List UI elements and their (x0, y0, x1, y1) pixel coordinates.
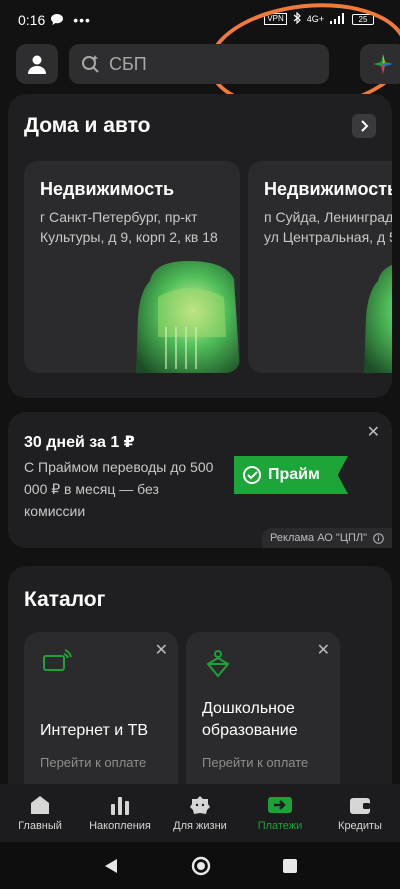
sber-assistant-button[interactable] (360, 44, 400, 84)
armchair-illustration (364, 264, 392, 373)
nav-label: Накопления (89, 820, 151, 832)
nav-item-home[interactable]: Главный (0, 794, 80, 832)
bottom-navigation: Главный Накопления Для жизни Платежи Кре… (0, 784, 400, 842)
nav-label: Для жизни (173, 820, 227, 832)
catalog-card-name: Дошкольное образование (202, 700, 298, 739)
info-icon (373, 532, 384, 544)
home-icon (28, 794, 52, 816)
nav-item-payments[interactable]: Платежи (240, 794, 320, 832)
ad-disclaimer[interactable]: Реклама АО "ЦПЛ" (262, 528, 392, 548)
wallet-icon (348, 794, 372, 816)
catalog-card-name: Интернет и ТВ (40, 722, 149, 739)
tv-wifi-icon (43, 649, 72, 671)
nav-item-savings[interactable]: Накопления (80, 794, 160, 832)
ad-close-button[interactable]: ✕ (367, 422, 380, 442)
catalog-card-action: Перейти к оплате (40, 755, 147, 770)
section-title: Дома и авто (24, 114, 151, 137)
bluetooth-icon (293, 11, 301, 26)
payment-icon (268, 794, 292, 816)
vpn-badge: VPN (264, 13, 287, 25)
more-notifications-icon: ••• (73, 12, 91, 28)
prime-badge-label: Прайм (268, 466, 320, 483)
nav-item-credits[interactable]: Кредиты (320, 794, 400, 832)
ad-heading: 30 дней за 1 ₽ (24, 434, 135, 451)
sber-star-icon (373, 54, 393, 74)
status-icons: VPN 4G+ 25 (264, 11, 374, 26)
smile-icon (188, 794, 212, 816)
status-time: 0:16 (18, 12, 46, 28)
property-card[interactable]: Недвижимость г Санкт-Петербург, пр-кт Ку… (24, 161, 240, 373)
catalog-section: Каталог ✕ Интернет и ТВ Перейти к оплате… (8, 566, 392, 806)
ai-search-icon (81, 54, 101, 74)
nav-label: Главный (18, 820, 62, 832)
search-field[interactable]: СБП (69, 44, 329, 84)
user-icon (28, 55, 46, 74)
network-label: 4G+ (306, 14, 324, 24)
home-and-auto-section: Дома и авто Недвижимость г Санкт-Петербу… (8, 94, 392, 398)
signal-icon (330, 12, 346, 26)
profile-button[interactable] (16, 44, 58, 84)
section-title: Каталог (24, 588, 106, 611)
catalog-card-internet-tv[interactable]: ✕ Интернет и ТВ Перейти к оплате (24, 632, 178, 806)
home-more-button[interactable] (352, 114, 376, 138)
property-title: Недвижимость (40, 179, 175, 199)
prime-ad-banner[interactable]: 30 дней за 1 ₽ С Праймом переводы до 500… (8, 412, 392, 548)
kids-icon (206, 650, 230, 678)
catalog-card-preschool[interactable]: ✕ Дошкольное образование Перейти к оплат… (186, 632, 340, 806)
search-placeholder: СБП (109, 53, 147, 74)
nav-item-for-life[interactable]: Для жизни (160, 794, 240, 832)
property-title: Недвижимость (264, 179, 392, 199)
property-address: п Суйда, Ленинградская Обл, ул Центральн… (264, 209, 392, 245)
system-navigation-bar (0, 842, 400, 889)
status-bar: 0:16 ••• VPN 4G+ 25 (0, 0, 400, 40)
property-card[interactable]: Недвижимость п Суйда, Ленинградская Обл,… (248, 161, 392, 373)
ad-disclaimer-text: Реклама АО "ЦПЛ" (270, 532, 367, 544)
nav-label: Кредиты (338, 820, 382, 832)
property-address: г Санкт-Петербург, пр-кт Культуры, д 9, … (40, 209, 218, 245)
nav-label: Платежи (257, 820, 303, 832)
chat-bubble-icon (51, 12, 64, 28)
chart-icon (108, 794, 132, 816)
chevron-right-icon (361, 120, 369, 132)
card-close-button[interactable]: ✕ (317, 640, 330, 660)
home-button-icon[interactable] (191, 856, 211, 876)
recents-icon[interactable] (283, 858, 297, 873)
ad-text: С Праймом переводы до 500 000 ₽ в месяц … (24, 459, 214, 519)
card-close-button[interactable]: ✕ (155, 640, 168, 660)
top-bar: СБП (16, 43, 400, 85)
catalog-card-action: Перейти к оплате (202, 755, 309, 770)
armchair-illustration (136, 261, 240, 373)
battery-icon: 25 (352, 13, 374, 25)
prime-badge: Прайм (234, 456, 348, 494)
back-icon[interactable] (103, 858, 119, 874)
prime-check-icon (243, 466, 261, 484)
